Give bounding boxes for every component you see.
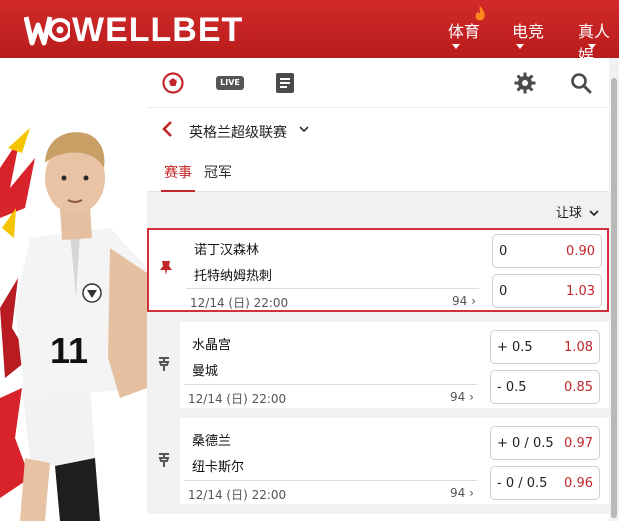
- player-illustration: 11: [0, 128, 147, 521]
- nav-item-label: 真人娱: [578, 22, 611, 58]
- soccer-ball-icon[interactable]: [161, 71, 185, 95]
- pin-icon[interactable]: [155, 356, 173, 374]
- odds-price: 1.08: [564, 340, 593, 355]
- nav-item-label: 体育: [448, 22, 481, 41]
- pin-icon[interactable]: [155, 452, 173, 470]
- handicap-value: - 0 / 0.5: [497, 476, 548, 491]
- chevron-right-icon: ›: [469, 390, 474, 404]
- filter-label: 让球: [555, 206, 582, 221]
- home-team: 诺丁汉森林: [194, 243, 260, 258]
- live-label: LIVE: [216, 76, 244, 90]
- match-time: 12/14 (日) 22:00: [188, 488, 287, 502]
- nav-item-esports[interactable]: 电竞: [512, 18, 578, 58]
- away-team: 托特纳姆热刺: [194, 269, 273, 284]
- odds-price: 1.03: [566, 284, 595, 299]
- row-separator: [147, 408, 609, 418]
- odds-price: 0.96: [564, 476, 593, 491]
- handicap-value: - 0.5: [497, 380, 527, 395]
- more-markets-count: 94: [450, 486, 466, 500]
- odds-button-home[interactable]: 0 0.90: [492, 234, 602, 268]
- sportsbook-toolbar: LIVE: [147, 58, 609, 108]
- chevron-down-icon[interactable]: [299, 123, 309, 136]
- more-markets-link[interactable]: 94 ›: [450, 390, 474, 404]
- match-row[interactable]: 水晶宫 曼城 12/14 (日) 22:00 94 › + 0.5 1.08 -…: [147, 322, 609, 408]
- wellbet-logo[interactable]: WELLBET: [23, 11, 244, 49]
- odds-price: 0.85: [564, 380, 593, 395]
- league-selector[interactable]: 英格兰超级联赛: [147, 108, 609, 150]
- logo-text: WELLBET: [72, 11, 244, 49]
- handicap-value: + 0.5: [497, 340, 533, 355]
- tab-matches[interactable]: 赛事: [161, 162, 195, 192]
- league-name: 英格兰超级联赛: [189, 125, 287, 141]
- more-markets-count: 94: [450, 390, 466, 404]
- flame-icon: [475, 6, 485, 21]
- handicap-value: 0: [499, 244, 508, 259]
- odds-price: 0.97: [564, 436, 593, 451]
- chevron-down-icon: [516, 44, 524, 49]
- away-team: 纽卡斯尔: [192, 460, 245, 475]
- scrollbar-thumb[interactable]: [611, 78, 617, 518]
- match-time: 12/14 (日) 22:00: [190, 296, 289, 310]
- main-nav: 体育 电竞 真人娱: [448, 6, 619, 58]
- divider: [186, 288, 479, 289]
- odds-button-home[interactable]: + 0.5 1.08: [490, 330, 600, 364]
- hero-player-banner: 11: [0, 58, 147, 521]
- chevron-down-icon: [589, 210, 599, 217]
- chevron-right-icon: ›: [469, 486, 474, 500]
- odds-button-away[interactable]: - 0 / 0.5 0.96: [490, 466, 600, 500]
- divider: [184, 480, 477, 481]
- match-row[interactable]: 桑德兰 纽卡斯尔 12/14 (日) 22:00 94 › + 0 / 0.5 …: [147, 418, 609, 504]
- chevron-left-icon[interactable]: [161, 120, 173, 141]
- chevron-down-icon: [452, 44, 460, 49]
- away-team: 曼城: [192, 364, 219, 379]
- gear-icon[interactable]: [513, 71, 537, 95]
- pin-icon[interactable]: [157, 260, 175, 278]
- odds-button-away[interactable]: 0 1.03: [492, 274, 602, 308]
- live-icon[interactable]: LIVE: [215, 71, 245, 95]
- odds-button-away[interactable]: - 0.5 0.85: [490, 370, 600, 404]
- search-icon[interactable]: [569, 71, 593, 95]
- match-time: 12/14 (日) 22:00: [188, 392, 287, 406]
- match-row[interactable]: 诺丁汉森林 托特纳姆热刺 12/14 (日) 22:00 94 › 0 0.90…: [147, 228, 609, 312]
- home-team: 桑德兰: [192, 434, 232, 449]
- chevron-right-icon: ›: [471, 294, 476, 308]
- page-scrollbar[interactable]: [609, 58, 619, 521]
- nav-item-sports[interactable]: 体育: [448, 6, 512, 58]
- more-markets-link[interactable]: 94 ›: [450, 486, 474, 500]
- row-separator: [147, 504, 609, 514]
- betslip-icon[interactable]: [273, 71, 297, 95]
- more-markets-count: 94: [452, 294, 468, 308]
- event-tabs: 赛事 冠军: [147, 150, 609, 192]
- market-filter-bar: 让球: [147, 192, 609, 228]
- odds-button-home[interactable]: + 0 / 0.5 0.97: [490, 426, 600, 460]
- svg-text:11: 11: [50, 330, 88, 371]
- row-separator: [147, 312, 609, 322]
- home-team: 水晶宫: [192, 338, 232, 353]
- nav-item-label: 电竞: [512, 22, 545, 41]
- divider: [184, 384, 477, 385]
- handicap-value: 0: [499, 284, 508, 299]
- more-markets-link[interactable]: 94 ›: [452, 294, 476, 308]
- nav-item-live-casino[interactable]: 真人娱: [578, 18, 619, 58]
- sportsbook-panel: LIVE 英格兰超级联赛 赛事 冠军 让球 诺丁汉森林 托特纳姆热刺 12/14…: [147, 58, 609, 521]
- handicap-filter-dropdown[interactable]: 让球: [556, 202, 599, 221]
- handicap-value: + 0 / 0.5: [497, 436, 554, 451]
- odds-price: 0.90: [566, 244, 595, 259]
- tab-outrights[interactable]: 冠军: [204, 162, 232, 182]
- logo-mark-icon: [23, 13, 72, 47]
- top-nav-bar: WELLBET 体育 电竞 真人娱: [0, 0, 619, 58]
- chevron-down-icon: [588, 44, 596, 49]
